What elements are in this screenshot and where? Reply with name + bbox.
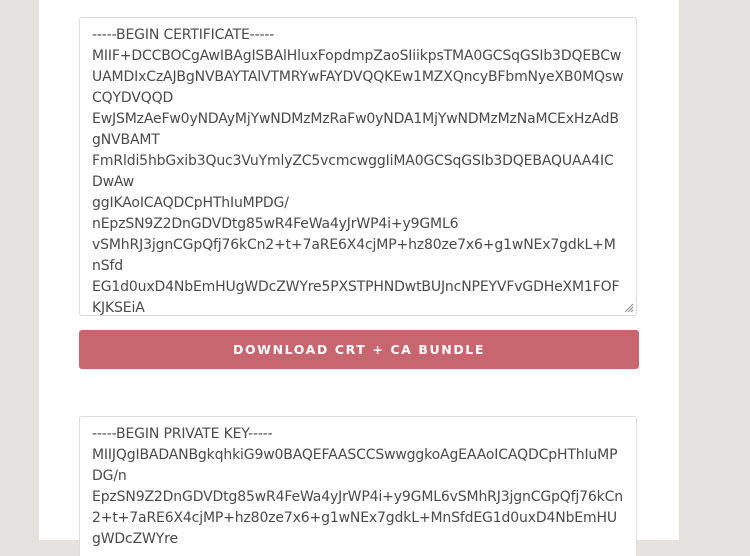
resize-handle-icon[interactable] [624,303,634,313]
certificate-text: -----BEGIN CERTIFICATE----- MIIF+DCCBOCg… [92,27,624,316]
certificate-panel: -----BEGIN CERTIFICATE----- MIIF+DCCBOCg… [39,0,679,556]
private-key-textarea[interactable]: -----BEGIN PRIVATE KEY----- MIIJQgIBADAN… [79,416,637,556]
download-crt-ca-bundle-button[interactable]: Download CRT + CA Bundle [79,330,639,369]
private-key-text: -----BEGIN PRIVATE KEY----- MIIJQgIBADAN… [92,426,623,547]
certificate-textarea[interactable]: -----BEGIN CERTIFICATE----- MIIF+DCCBOCg… [79,17,637,316]
